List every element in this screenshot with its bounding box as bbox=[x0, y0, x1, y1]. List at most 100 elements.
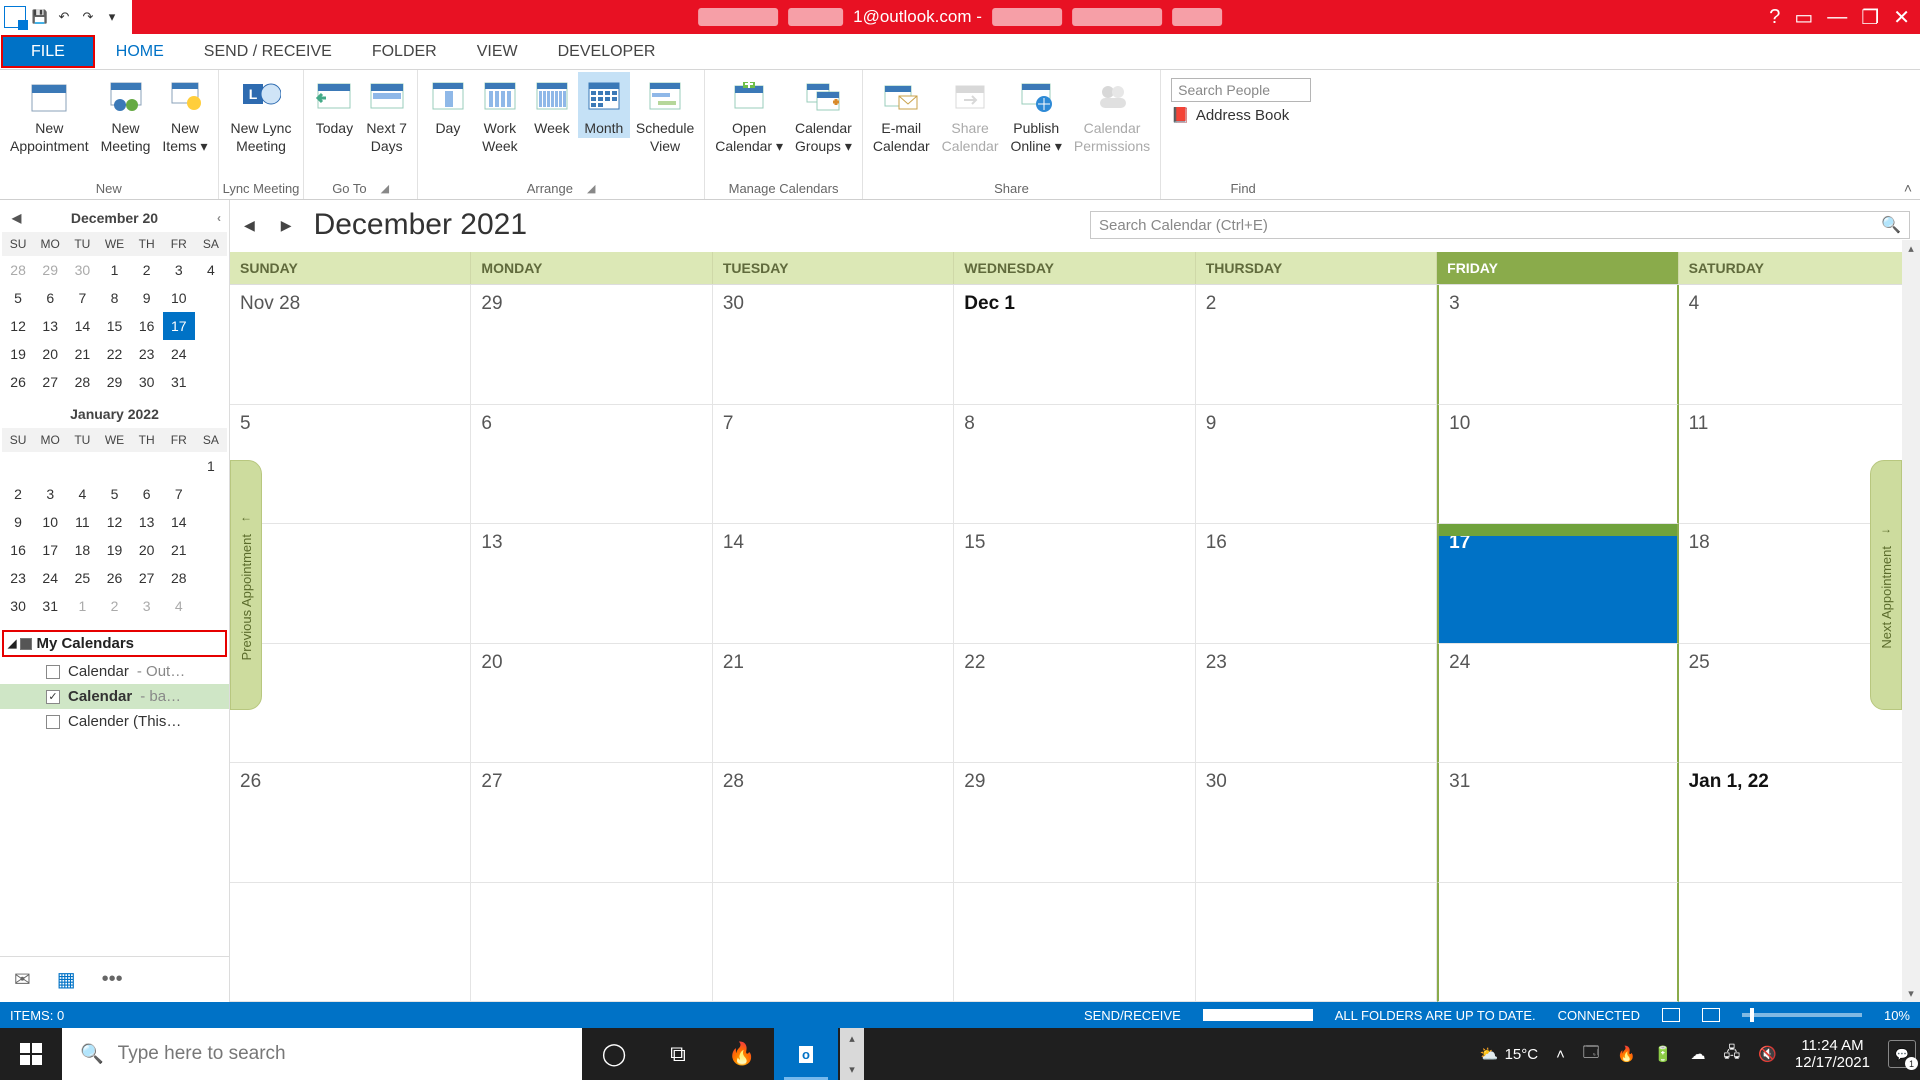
month-grid[interactable]: Nov 282930Dec 12345678910111314151617182… bbox=[230, 284, 1920, 1002]
mini-day[interactable]: 4 bbox=[195, 256, 227, 284]
calendar-groups-button[interactable]: Calendar Groups ▾ bbox=[789, 72, 858, 155]
mini-day[interactable]: 2 bbox=[131, 256, 163, 284]
day-cell[interactable] bbox=[1196, 883, 1437, 1003]
qat-dropdown-icon[interactable]: ▾ bbox=[102, 7, 122, 27]
mini-day[interactable]: 10 bbox=[163, 284, 195, 312]
mini-day[interactable]: 4 bbox=[66, 480, 98, 508]
new-appointment-button[interactable]: New Appointment bbox=[4, 72, 95, 155]
more-nav-icon[interactable]: ••• bbox=[102, 968, 123, 991]
mini-day[interactable]: 12 bbox=[98, 508, 130, 536]
undo-icon[interactable]: ↶ bbox=[54, 7, 74, 27]
mini-day[interactable]: 2 bbox=[2, 480, 34, 508]
tray-flame-icon[interactable]: 🔥 bbox=[1617, 1045, 1636, 1063]
tray-network-icon[interactable]: 🖧 bbox=[1724, 1042, 1741, 1067]
mini-day[interactable] bbox=[131, 452, 163, 480]
mini-day[interactable]: 5 bbox=[98, 480, 130, 508]
tab-send-receive[interactable]: SEND / RECEIVE bbox=[184, 34, 352, 69]
address-book-button[interactable]: 📕 Address Book bbox=[1171, 106, 1289, 124]
schedule-view-button[interactable]: Schedule View bbox=[630, 72, 700, 155]
tab-developer[interactable]: DEVELOPER bbox=[538, 34, 676, 69]
taskbar-app-flame-icon[interactable]: 🔥 bbox=[710, 1028, 774, 1080]
month-view-button[interactable]: Month bbox=[578, 72, 630, 138]
day-cell[interactable]: 30 bbox=[1196, 763, 1437, 883]
mini-day[interactable] bbox=[98, 452, 130, 480]
taskbar-app-outlook-icon[interactable]: o bbox=[774, 1028, 838, 1080]
calendar-nav-icon[interactable]: ▦ bbox=[57, 967, 76, 992]
weather-widget[interactable]: ⛅15°C bbox=[1480, 1045, 1538, 1063]
tray-volume-icon[interactable]: 🔇 bbox=[1758, 1045, 1777, 1063]
mini-day[interactable]: 14 bbox=[66, 312, 98, 340]
day-cell[interactable]: 17 bbox=[1437, 524, 1678, 644]
ribbon-display-button[interactable]: ▭ bbox=[1794, 5, 1813, 30]
mail-nav-icon[interactable]: ✉ bbox=[14, 967, 31, 992]
mini-day[interactable]: 1 bbox=[195, 452, 227, 480]
taskbar-scroll[interactable]: ▴▾ bbox=[840, 1028, 864, 1080]
mini-day[interactable]: 9 bbox=[2, 508, 34, 536]
work-week-view-button[interactable]: Work Week bbox=[474, 72, 526, 155]
day-cell[interactable]: 5 bbox=[230, 405, 471, 525]
publish-online-button[interactable]: Publish Online ▾ bbox=[1005, 72, 1068, 155]
mini-day[interactable]: 16 bbox=[131, 312, 163, 340]
next-appointment-handle[interactable]: → Next Appointment bbox=[1870, 460, 1902, 710]
calendar-list-item[interactable]: Calendar - Out… bbox=[0, 659, 229, 684]
mini-day[interactable]: 23 bbox=[131, 340, 163, 368]
mini-day[interactable]: 5 bbox=[2, 284, 34, 312]
mini-day[interactable]: 6 bbox=[34, 284, 66, 312]
mini-day[interactable]: 23 bbox=[2, 564, 34, 592]
today-button[interactable]: Today bbox=[308, 72, 360, 138]
mini-day[interactable]: 24 bbox=[34, 564, 66, 592]
mini-day[interactable] bbox=[2, 452, 34, 480]
day-cell[interactable]: 7 bbox=[713, 405, 954, 525]
day-cell[interactable]: 6 bbox=[471, 405, 712, 525]
calendar-list-item[interactable]: ✓Calendar - ba… bbox=[0, 684, 229, 709]
day-cell[interactable]: 30 bbox=[713, 285, 954, 405]
mini-day[interactable]: 17 bbox=[163, 312, 195, 340]
new-lync-meeting-button[interactable]: L New Lync Meeting bbox=[225, 72, 298, 155]
calendar-list-item[interactable]: Calender (This… bbox=[0, 709, 229, 734]
mini-day[interactable]: 15 bbox=[98, 312, 130, 340]
collapse-ribbon-icon[interactable]: ˄ bbox=[1904, 180, 1912, 196]
tab-file[interactable]: FILE bbox=[1, 35, 95, 68]
tab-view[interactable]: VIEW bbox=[457, 34, 538, 69]
zoom-slider[interactable] bbox=[1742, 1013, 1862, 1017]
day-cell[interactable] bbox=[230, 883, 471, 1003]
day-cell[interactable] bbox=[1679, 883, 1920, 1003]
mini-day[interactable]: 17 bbox=[34, 536, 66, 564]
day-cell[interactable] bbox=[1437, 883, 1678, 1003]
mini-day[interactable]: 16 bbox=[2, 536, 34, 564]
mini-day[interactable]: 22 bbox=[98, 340, 130, 368]
mini-day[interactable] bbox=[34, 452, 66, 480]
day-cell[interactable] bbox=[954, 883, 1195, 1003]
view-normal-icon[interactable] bbox=[1662, 1008, 1680, 1022]
day-view-button[interactable]: Day bbox=[422, 72, 474, 138]
day-cell[interactable]: 21 bbox=[713, 644, 954, 764]
next-period-icon[interactable]: ▶ bbox=[277, 213, 296, 238]
mini-day[interactable]: 30 bbox=[66, 256, 98, 284]
mini-day[interactable]: 3 bbox=[131, 592, 163, 620]
tray-onedrive-icon[interactable]: ☁ bbox=[1691, 1045, 1706, 1063]
day-cell[interactable]: 27 bbox=[471, 763, 712, 883]
close-button[interactable]: ✕ bbox=[1893, 5, 1910, 30]
day-cell[interactable]: 29 bbox=[954, 763, 1195, 883]
mini-day[interactable]: 6 bbox=[131, 480, 163, 508]
week-view-button[interactable]: Week bbox=[526, 72, 578, 138]
action-center-icon[interactable]: 💬1 bbox=[1888, 1040, 1916, 1068]
mini-day[interactable]: 29 bbox=[98, 368, 130, 396]
new-meeting-button[interactable]: New Meeting bbox=[95, 72, 157, 155]
day-cell[interactable] bbox=[713, 883, 954, 1003]
checkbox-icon[interactable]: ✓ bbox=[46, 690, 60, 704]
mini-day[interactable]: 24 bbox=[163, 340, 195, 368]
mini-day[interactable]: 31 bbox=[34, 592, 66, 620]
prev-month-icon[interactable]: ◀ bbox=[12, 211, 21, 225]
next-month-icon[interactable]: ‹ bbox=[217, 211, 221, 225]
task-view-icon[interactable]: ⧉ bbox=[646, 1028, 710, 1080]
mini-day[interactable]: 26 bbox=[98, 564, 130, 592]
taskbar-search-input[interactable]: 🔍 Type here to search bbox=[62, 1028, 582, 1080]
mini-day[interactable]: 9 bbox=[131, 284, 163, 312]
mini-day[interactable] bbox=[66, 452, 98, 480]
mini-day[interactable]: 28 bbox=[2, 256, 34, 284]
mini-day[interactable]: 28 bbox=[163, 564, 195, 592]
day-cell[interactable]: 15 bbox=[954, 524, 1195, 644]
mini-day[interactable]: 31 bbox=[163, 368, 195, 396]
day-cell[interactable]: 9 bbox=[1196, 405, 1437, 525]
